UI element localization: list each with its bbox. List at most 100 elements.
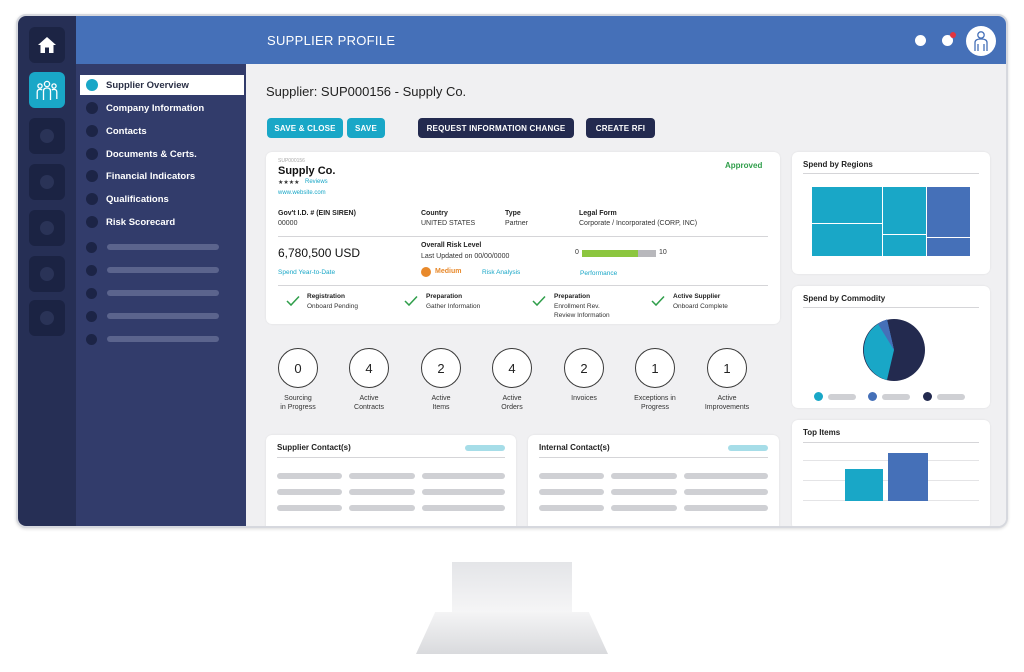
section-nav: Supplier Overview Company Information Co… — [76, 64, 246, 526]
spend-ytd-link[interactable]: Spend Year-to-Date — [278, 269, 335, 276]
counter-label: Active Contracts — [354, 395, 384, 411]
user-avatar[interactable] — [966, 26, 996, 56]
nav-item-financial-indicators[interactable]: Financial Indicators — [80, 166, 244, 186]
notification-badge — [950, 32, 956, 38]
regions-treemap[interactable] — [812, 187, 970, 257]
nav-placeholder — [86, 310, 219, 322]
stage-sub: Onboard Pending — [307, 303, 358, 310]
action-pill[interactable] — [465, 445, 505, 451]
counter-contracts[interactable]: 4 — [349, 348, 389, 388]
page-header-title: SUPPLIER PROFILE — [267, 33, 396, 48]
counter-items[interactable]: 2 — [421, 348, 461, 388]
counter-improvements[interactable]: 1 — [707, 348, 747, 388]
counter-label: Exceptions in Progress — [634, 395, 676, 411]
type-value: Partner — [505, 220, 528, 227]
save-button[interactable]: SAVE — [347, 118, 385, 138]
placeholder-icon — [40, 129, 54, 143]
nav-placeholder — [86, 287, 219, 299]
performance-min: 0 — [575, 249, 579, 256]
divider — [539, 457, 768, 458]
request-information-change-button[interactable]: REQUEST INFORMATION CHANGE — [418, 118, 574, 138]
top-item-bar[interactable] — [845, 469, 883, 501]
user-avatar-icon — [974, 31, 988, 51]
divider — [803, 173, 979, 174]
country-label: Country — [421, 210, 448, 217]
country-value: UNITED STATES — [421, 220, 476, 227]
divider — [278, 236, 768, 237]
counter-label: Active Items — [431, 395, 451, 411]
nav-item-supplier-overview[interactable]: Supplier Overview — [80, 75, 244, 95]
stage-title: Preparation — [426, 293, 463, 300]
spend-by-commodity-title: Spend by Commodity — [803, 294, 886, 303]
counter-label: Sourcing in Progress — [280, 395, 316, 411]
nav-item-company-information[interactable]: Company Information — [80, 98, 244, 118]
action-pill[interactable] — [728, 445, 768, 451]
rail-button-6[interactable] — [29, 256, 65, 292]
monitor-stand-base — [416, 612, 608, 654]
nav-item-label: Qualifications — [106, 193, 169, 205]
divider — [278, 285, 768, 286]
nav-item-risk-scorecard[interactable]: Risk Scorecard — [80, 212, 244, 232]
risk-medium-indicator-icon — [421, 267, 431, 277]
spend-by-commodity-widget: Spend by Commodity — [792, 286, 990, 408]
rail-button-7[interactable] — [29, 300, 65, 336]
supplier-id: SUP000156 — [278, 158, 305, 164]
monitor-frame: SUPPLIER PROFILE Supplier Overview Compa… — [16, 14, 1008, 528]
nav-bullet — [86, 148, 98, 160]
nav-item-label: Company Information — [106, 102, 205, 114]
suppliers-button[interactable] — [29, 72, 65, 108]
divider — [803, 307, 979, 308]
rail-button-3[interactable] — [29, 118, 65, 154]
govt-id-label: Gov't I.D. # (EIN SIREN) — [278, 210, 356, 217]
counter-label: Active Improvements — [704, 395, 750, 411]
legal-form-label: Legal Form — [579, 210, 617, 217]
monitor-stand-neck — [452, 562, 572, 612]
rail-button-4[interactable] — [29, 164, 65, 200]
divider — [277, 457, 505, 458]
top-items-title: Top Items — [803, 428, 841, 437]
internal-contacts-title: Internal Contact(s) — [539, 443, 610, 452]
stage-sub: Enrollment Rev. — [554, 303, 600, 310]
check-icon — [651, 295, 665, 307]
placeholder-icon — [40, 221, 54, 235]
commodity-pie-chart[interactable] — [862, 318, 926, 382]
check-icon — [532, 295, 546, 307]
nav-placeholder — [86, 333, 219, 345]
stage-sub: Onboard Complete — [673, 303, 728, 310]
counter-label: Invoices — [571, 395, 597, 402]
govt-id-value: 00000 — [278, 220, 298, 227]
nav-item-label: Contacts — [106, 125, 147, 137]
nav-placeholder — [86, 241, 219, 253]
performance-link[interactable]: Performance — [580, 270, 617, 277]
home-icon — [38, 37, 56, 53]
nav-item-contacts[interactable]: Contacts — [80, 121, 244, 141]
counter-invoices[interactable]: 2 — [564, 348, 604, 388]
team-icon — [36, 80, 58, 100]
create-rfi-button[interactable]: CREATE RFI — [586, 118, 655, 138]
status-badge: Approved — [725, 161, 763, 170]
counter-sourcing[interactable]: 0 — [278, 348, 318, 388]
save-close-button[interactable]: SAVE & CLOSE — [267, 118, 343, 138]
nav-item-documents[interactable]: Documents & Certs. — [80, 144, 244, 164]
counter-orders[interactable]: 4 — [492, 348, 532, 388]
nav-item-label: Financial Indicators — [106, 170, 196, 182]
rating-stars: ★★★★ — [278, 180, 300, 186]
status-icon[interactable] — [915, 35, 926, 46]
home-button[interactable] — [29, 27, 65, 63]
top-item-bar[interactable] — [888, 453, 928, 501]
check-icon — [404, 295, 418, 307]
supplier-contacts-title: Supplier Contact(s) — [277, 443, 351, 452]
counter-exceptions[interactable]: 1 — [635, 348, 675, 388]
legend-swatch-icon — [868, 392, 877, 401]
website-link[interactable]: www.website.com — [278, 190, 326, 196]
rail-button-5[interactable] — [29, 210, 65, 246]
spend-by-regions-title: Spend by Regions — [803, 160, 873, 169]
nav-item-qualifications[interactable]: Qualifications — [80, 189, 244, 209]
performance-bar-fill — [582, 250, 638, 257]
placeholder-icon — [40, 311, 54, 325]
stage-sub: Gather Information — [426, 303, 481, 310]
check-icon — [286, 295, 300, 307]
reviews-link[interactable]: Reviews — [305, 179, 328, 185]
risk-analysis-link[interactable]: Risk Analysis — [482, 269, 520, 276]
stage-sub-2: Review Information — [554, 312, 610, 319]
